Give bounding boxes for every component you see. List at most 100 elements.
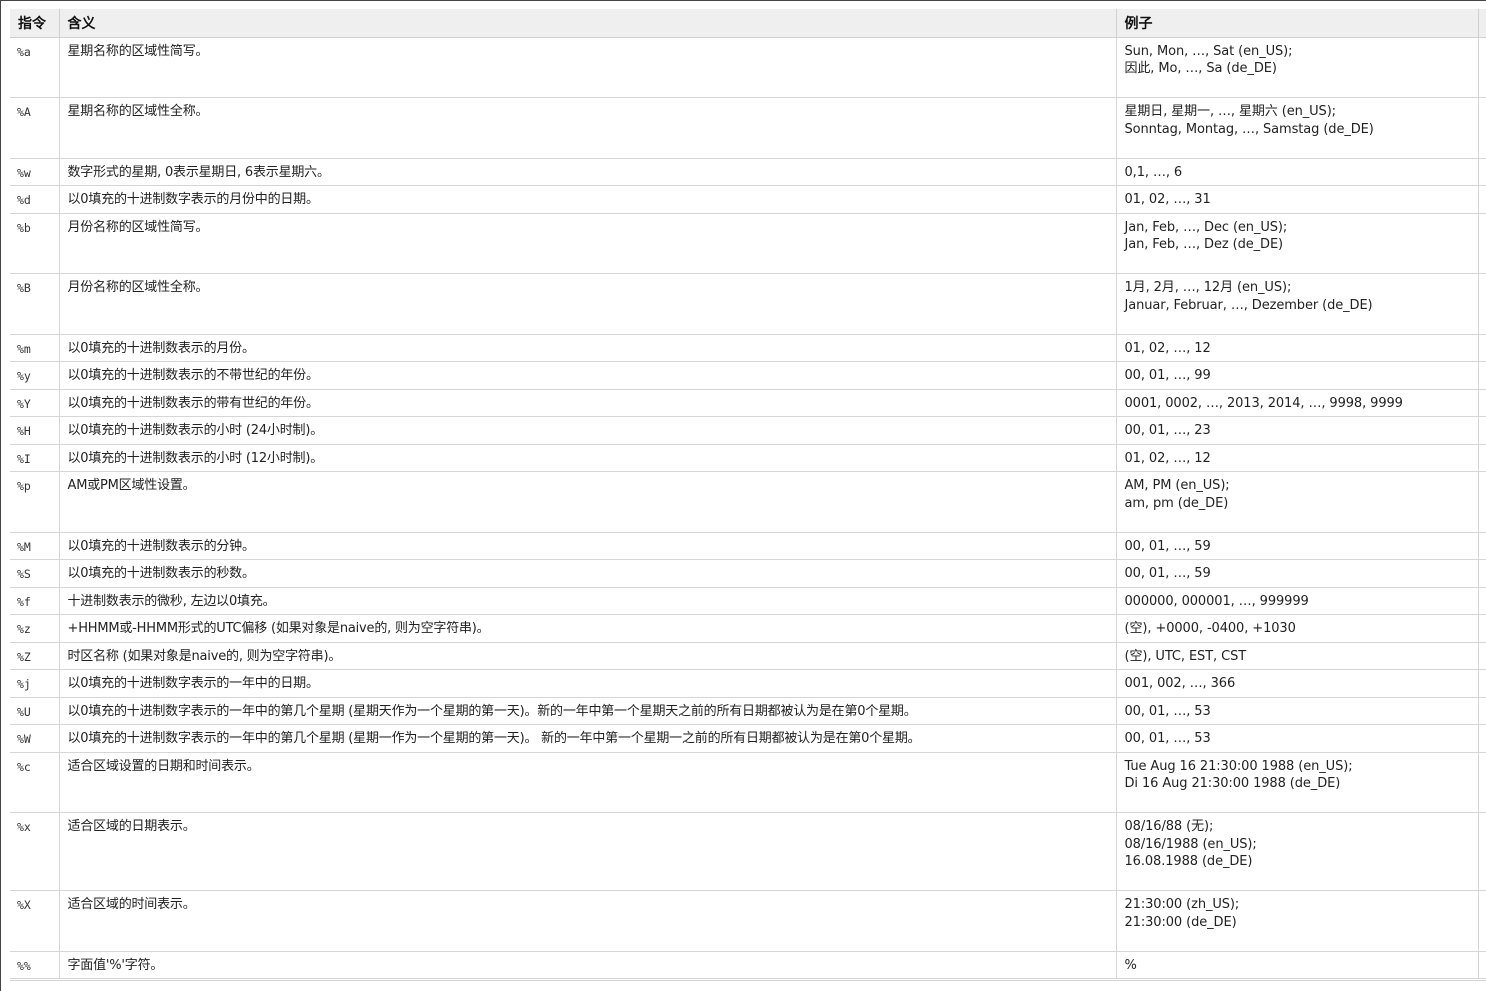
directive-example: (空), +0000, -0400, +1030 (1115, 614, 1478, 643)
row-filler-cell (1477, 642, 1486, 670)
directive-example: Jan, Feb, …, Dec (en_US); Jan, Feb, …, De… (1115, 213, 1478, 274)
table-row: %Y 以0填充的十进制数表示的带有世纪的年份。 0001, 0002, …, 201… (10, 389, 1486, 417)
table-row: %H 以0填充的十进制数表示的小时 (24小时制)。 00, 01, …, 23 (10, 416, 1486, 445)
directive-example: (空), UTC, EST, CST (1115, 642, 1478, 670)
header-directive: 指令 (10, 9, 59, 38)
example-line: AM, PM (en_US); (1124, 478, 1230, 493)
directive-example: 01, 02, …, 12 (1115, 444, 1478, 472)
directive-meaning: 星期名称的区域性简写。 (58, 37, 1116, 98)
directive-code: %w (10, 158, 59, 186)
directive-code: %d (10, 185, 59, 214)
row-filler-cell (1477, 559, 1486, 588)
directive-code: %W (10, 724, 59, 753)
directive-code: %m (10, 334, 59, 362)
directive-meaning: 以0填充的十进制数表示的带有世纪的年份。 (58, 389, 1116, 417)
directive-meaning: 以0填充的十进制数字表示的月份中的日期。 (58, 185, 1116, 214)
row-filler-cell (1477, 532, 1486, 560)
directive-code: %j (10, 669, 59, 698)
table-row: %X 适合区域的时间表示。 21:30:00 (zh_US); 21:30:00 (d… (10, 890, 1486, 952)
table-row: %p AM或PM区域性设置。 AM, PM (en_US); am, pm (de_D… (10, 471, 1486, 533)
directive-example: 00, 01, …, 99 (1115, 361, 1478, 390)
directive-example: 0001, 0002, …, 2013, 2014, …, 9998, 9999 (1115, 389, 1478, 417)
row-filler-cell (1477, 158, 1486, 186)
directive-meaning: 适合区域的时间表示。 (58, 890, 1116, 952)
example-line: (空), +0000, -0400, +1030 (1124, 621, 1296, 636)
example-line: 01, 02, …, 12 (1124, 340, 1211, 356)
directive-example: 0,1, …, 6 (1115, 158, 1478, 186)
table-row: %b 月份名称的区域性简写。 Jan, Feb, …, Dec (en_US); Ja… (10, 213, 1486, 274)
example-line: Januar, Februar, …, Dezember (de_DE) (1124, 297, 1373, 313)
example-line: 00, 01, …, 23 (1124, 423, 1211, 438)
directive-code: %y (10, 361, 59, 390)
directive-example: Tue Aug 16 21:30:00 1988 (en_US); Di 16 A… (1115, 752, 1478, 813)
example-line: 16.08.1988 (de_DE) (1124, 854, 1253, 869)
directive-example: 21:30:00 (zh_US); 21:30:00 (de_DE) (1115, 890, 1478, 952)
row-filler-cell (1477, 669, 1486, 698)
table-row: %W 以0填充的十进制数字表示的一年中的第几个星期 (星期一作为一个星期的第一天)… (10, 724, 1486, 753)
row-filler-cell (1477, 213, 1486, 274)
row-filler-cell (1477, 587, 1486, 615)
directive-code: %p (10, 471, 59, 533)
table-row: %M 以0填充的十进制数表示的分钟。 00, 01, …, 59 (10, 532, 1486, 560)
directive-meaning: 以0填充的十进制数表示的小时 (24小时制)。 (58, 416, 1116, 445)
row-filler-cell (1477, 273, 1486, 335)
directive-code: %U (10, 697, 59, 725)
directive-meaning: 时区名称 (如果对象是naive的, 则为空字符串)。 (58, 642, 1116, 670)
example-line: % (1124, 957, 1137, 973)
directive-example: 01, 02, …, 31 (1115, 185, 1478, 214)
directive-meaning: 星期名称的区域性全称。 (58, 97, 1116, 159)
example-line: 0001, 0002, …, 2013, 2014, …, 9998, 9999 (1124, 395, 1403, 411)
table-row: %y 以0填充的十进制数表示的不带世纪的年份。 00, 01, …, 99 (10, 361, 1486, 390)
directive-meaning: 月份名称的区域性全称。 (58, 273, 1116, 335)
example-line: 00, 01, …, 59 (1124, 566, 1211, 581)
directive-meaning: AM或PM区域性设置。 (58, 471, 1116, 533)
example-line: Tue Aug 16 21:30:00 1988 (en_US); (1124, 758, 1353, 774)
directive-meaning: 以0填充的十进制数表示的小时 (12小时制)。 (58, 444, 1116, 472)
table-row: %j 以0填充的十进制数字表示的一年中的日期。 001, 002, …, 366 (10, 669, 1486, 698)
table-row: %m 以0填充的十进制数表示的月份。 01, 02, …, 12 (10, 334, 1486, 362)
example-line: 星期日, 星期一, …, 星期六 (en_US); (1124, 104, 1337, 119)
example-line: 08/16/88 (无); (1124, 819, 1214, 834)
row-filler-cell (1477, 951, 1486, 979)
directive-meaning: 适合区域的日期表示。 (58, 812, 1116, 891)
directive-code: %b (10, 213, 59, 274)
row-filler-cell (1477, 890, 1486, 952)
table-row: %x 适合区域的日期表示。 08/16/88 (无); 08/16/1988 (en_… (10, 812, 1486, 891)
example-line: 00, 01, …, 99 (1124, 368, 1211, 383)
example-line: 00, 01, …, 53 (1124, 703, 1211, 719)
example-line: Sun, Mon, …, Sat (en_US); (1124, 43, 1293, 59)
header-filler (1477, 9, 1486, 38)
strftime-directive-table: 指令 含义 例子 %a 星期名称的区域性简写。 Sun, Mon, …, Sat (… (10, 9, 1486, 979)
directive-example: 1月, 2月, …, 12月 (en_US); Januar, Februar, … (1115, 273, 1478, 335)
example-line: 因此, Mo, …, Sa (de_DE) (1124, 61, 1277, 76)
row-filler-cell (1477, 752, 1486, 813)
directive-example: 00, 01, …, 53 (1115, 697, 1478, 725)
directive-meaning: 以0填充的十进制数表示的不带世纪的年份。 (58, 361, 1116, 390)
example-line: 00, 01, …, 53 (1124, 731, 1211, 746)
directive-code: %% (10, 951, 59, 979)
example-line: (空), UTC, EST, CST (1124, 648, 1247, 664)
directive-code: %f (10, 587, 59, 615)
row-filler-cell (1477, 471, 1486, 533)
directive-example: 000000, 000001, …, 999999 (1115, 587, 1478, 615)
example-line: 21:30:00 (de_DE) (1124, 914, 1237, 930)
table-row: %a 星期名称的区域性简写。 Sun, Mon, …, Sat (en_US); 因此… (10, 37, 1486, 98)
row-filler-cell (1477, 37, 1486, 98)
example-line: 01, 02, …, 31 (1124, 192, 1211, 207)
directive-code: %X (10, 890, 59, 952)
row-filler-cell (1477, 389, 1486, 417)
directive-meaning: 以0填充的十进制数表示的分钟。 (58, 532, 1116, 560)
row-filler-cell (1477, 812, 1486, 891)
directive-meaning: 月份名称的区域性简写。 (58, 213, 1116, 274)
row-filler-cell (1477, 361, 1486, 390)
table-row: %c 适合区域设置的日期和时间表示。 Tue Aug 16 21:30:00 198… (10, 752, 1486, 813)
directive-code: %c (10, 752, 59, 813)
directive-code: %Y (10, 389, 59, 417)
example-line: 01, 02, …, 12 (1124, 450, 1211, 466)
directive-code: %I (10, 444, 59, 472)
table-row: %d 以0填充的十进制数字表示的月份中的日期。 01, 02, …, 31 (10, 185, 1486, 214)
directive-example: 00, 01, …, 23 (1115, 416, 1478, 445)
table-row: %B 月份名称的区域性全称。 1月, 2月, …, 12月 (en_US); Janu… (10, 273, 1486, 335)
row-filler-cell (1477, 614, 1486, 643)
table-row: %z +HHMM或-HHMM形式的UTC偏移 (如果对象是naive的, 则为空字… (10, 614, 1486, 643)
